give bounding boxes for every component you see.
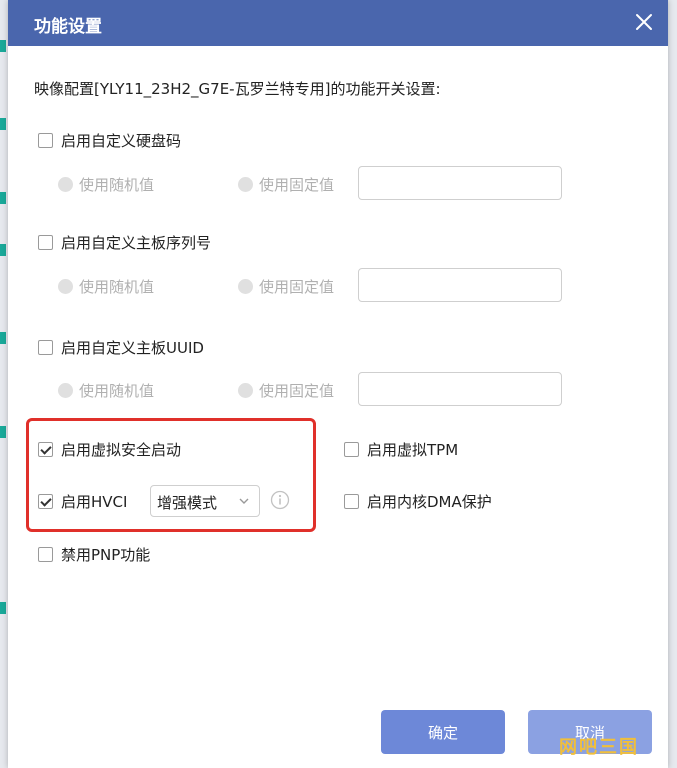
- dialog-title: 功能设置: [34, 17, 102, 37]
- board-uuid-random-radio[interactable]: 使用随机值: [58, 380, 154, 401]
- radio-dot: [58, 383, 73, 398]
- checkbox-box: [38, 133, 53, 148]
- board-uuid-fixed-radio[interactable]: 使用固定值: [238, 380, 334, 401]
- checkbox-box: [38, 235, 53, 250]
- virtual-secure-boot-checkbox[interactable]: 启用虚拟安全启动: [38, 439, 181, 460]
- checkbox-label: 启用自定义主板序列号: [61, 234, 212, 252]
- checkbox-box: [38, 547, 53, 562]
- virtual-tpm-checkbox[interactable]: 启用虚拟TPM: [344, 439, 458, 460]
- radio-dot: [238, 177, 253, 192]
- background-edge-mark: [0, 40, 6, 52]
- dialog-titlebar: 功能设置: [8, 0, 668, 46]
- disk-code-random-radio[interactable]: 使用随机值: [58, 174, 154, 195]
- checkbox-box: [38, 442, 53, 457]
- radio-label: 使用固定值: [259, 176, 335, 194]
- checkbox-box: [38, 340, 53, 355]
- chevron-down-icon: [239, 498, 249, 504]
- radio-dot: [238, 383, 253, 398]
- board-serial-fixed-radio[interactable]: 使用固定值: [238, 276, 334, 297]
- background-edge-mark: [0, 118, 6, 130]
- board-uuid-input[interactable]: [358, 372, 562, 406]
- checkbox-box: [344, 494, 359, 509]
- board-serial-random-radio[interactable]: 使用随机值: [58, 276, 154, 297]
- settings-dialog: 功能设置 映像配置[YLY11_23H2_G7E-瓦罗兰特专用]的功能开关设置:…: [8, 0, 668, 768]
- radio-label: 使用固定值: [259, 382, 335, 400]
- board-serial-input[interactable]: [358, 268, 562, 302]
- radio-label: 使用随机值: [79, 382, 155, 400]
- radio-label: 使用固定值: [259, 278, 335, 296]
- radio-label: 使用随机值: [79, 176, 155, 194]
- checkbox-label: 禁用PNP功能: [61, 546, 151, 564]
- radio-dot: [58, 279, 73, 294]
- checkbox-label: 启用自定义硬盘码: [61, 132, 182, 150]
- background-edge-mark: [0, 426, 6, 438]
- info-icon[interactable]: [270, 490, 290, 510]
- select-value: 增强模式: [157, 494, 218, 512]
- checkbox-label: 启用虚拟安全启动: [61, 441, 182, 459]
- close-button[interactable]: [630, 8, 658, 36]
- checkbox-label: 启用虚拟TPM: [367, 441, 459, 459]
- disk-code-input[interactable]: [358, 166, 562, 200]
- disk-code-fixed-radio[interactable]: 使用固定值: [238, 174, 334, 195]
- dialog-description: 映像配置[YLY11_23H2_G7E-瓦罗兰特专用]的功能开关设置:: [34, 80, 441, 98]
- radio-label: 使用随机值: [79, 278, 155, 296]
- custom-board-uuid-checkbox[interactable]: 启用自定义主板UUID: [38, 337, 204, 358]
- background-edge-mark: [0, 244, 6, 256]
- kernel-dma-protection-checkbox[interactable]: 启用内核DMA保护: [344, 491, 492, 512]
- checkbox-label: 启用HVCI: [61, 493, 128, 511]
- background-edge-mark: [0, 192, 6, 204]
- ok-button[interactable]: 确定: [381, 710, 505, 754]
- hvci-checkbox[interactable]: 启用HVCI: [38, 491, 127, 512]
- radio-dot: [58, 177, 73, 192]
- checkbox-box: [38, 494, 53, 509]
- radio-dot: [238, 279, 253, 294]
- checkbox-label: 启用自定义主板UUID: [61, 339, 204, 357]
- close-icon: [636, 14, 652, 30]
- hvci-mode-select[interactable]: 增强模式: [150, 485, 260, 517]
- checkbox-box: [344, 442, 359, 457]
- background-edge-mark: [0, 332, 6, 344]
- custom-disk-code-checkbox[interactable]: 启用自定义硬盘码: [38, 130, 181, 151]
- disable-pnp-checkbox[interactable]: 禁用PNP功能: [38, 544, 150, 565]
- watermark-text: 网吧三国: [559, 737, 639, 758]
- checkbox-label: 启用内核DMA保护: [367, 493, 492, 511]
- background-edge-mark: [0, 602, 6, 614]
- custom-board-serial-checkbox[interactable]: 启用自定义主板序列号: [38, 232, 211, 253]
